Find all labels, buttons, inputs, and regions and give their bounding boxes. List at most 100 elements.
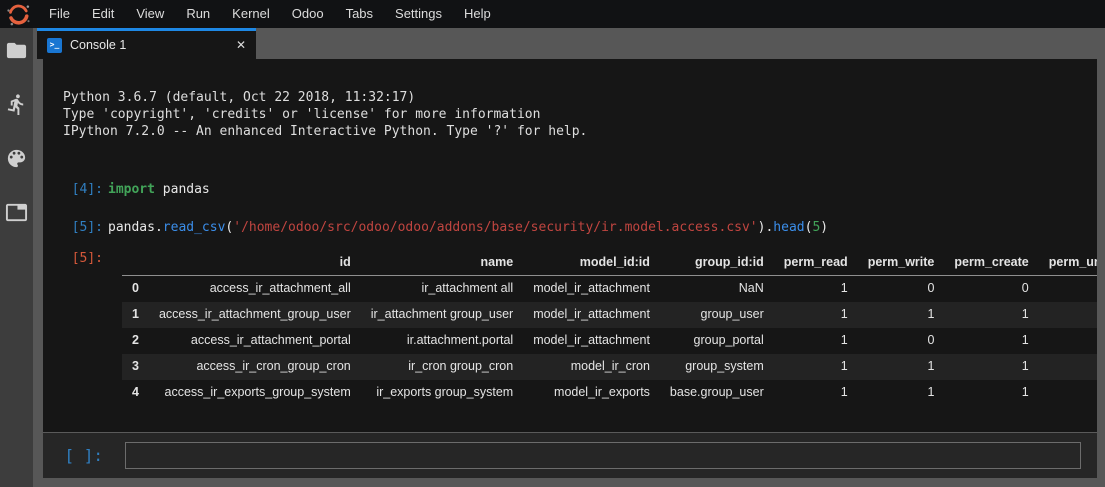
menu-run[interactable]: Run: [175, 0, 221, 28]
table-cell: 1: [1039, 354, 1097, 380]
table-cell: model_ir_attachment: [523, 302, 660, 328]
table-cell: 1: [1039, 302, 1097, 328]
table-cell: 1: [774, 328, 858, 354]
menu-kernel[interactable]: Kernel: [221, 0, 281, 28]
table-cell: access_ir_exports_group_system: [149, 380, 361, 406]
input-prompt: [5]:: [63, 219, 103, 236]
column-header: group_id:id: [660, 250, 774, 276]
table-cell: 1: [944, 302, 1038, 328]
menu-view[interactable]: View: [125, 0, 175, 28]
banner-line: IPython 7.2.0 -- An enhanced Interactive…: [63, 123, 1087, 140]
input-prompt: [ ]:: [63, 446, 103, 465]
table-cell: 0: [1039, 276, 1097, 302]
menu-help[interactable]: Help: [453, 0, 502, 28]
output-cell: [5]: idnamemodel_id:idgroup_id:idperm_re…: [63, 250, 1087, 406]
jupyterlab-window: FileEditViewRunKernelOdooTabsSettingsHel…: [0, 0, 1105, 487]
banner-line: Python 3.6.7 (default, Oct 22 2018, 11:3…: [63, 89, 1087, 106]
tab-bar: >_ Console 1 ✕: [33, 28, 1105, 59]
table-cell: model_ir_exports: [523, 380, 660, 406]
executed-cells: [4]:import pandas [5]: pandas.read_csv('/h…: [63, 181, 1087, 236]
column-header: perm_create: [944, 250, 1038, 276]
code-input[interactable]: [125, 442, 1081, 469]
table-cell: ir_attachment group_user: [361, 302, 523, 328]
table-cell: 1: [774, 380, 858, 406]
table-cell: 0: [858, 328, 945, 354]
console-icon: >_: [47, 38, 62, 53]
file-browser-icon[interactable]: [5, 39, 28, 62]
table-cell: 1: [944, 380, 1038, 406]
table-cell: 1: [858, 354, 945, 380]
code-line: pandas.read_csv('/home/odoo/src/odoo/odo…: [108, 219, 828, 236]
column-header: [122, 250, 149, 276]
dataframe-output: idnamemodel_id:idgroup_id:idperm_readper…: [122, 250, 1097, 406]
table-row: 0access_ir_attachment_allir_attachment a…: [122, 276, 1097, 302]
table-cell: access_ir_attachment_group_user: [149, 302, 361, 328]
row-index: 2: [122, 328, 149, 354]
console-input-area: [ ]:: [43, 432, 1097, 478]
menu-settings[interactable]: Settings: [384, 0, 453, 28]
table-cell: 1: [774, 276, 858, 302]
menu-bar-items: FileEditViewRunKernelOdooTabsSettingsHel…: [38, 0, 502, 28]
main-dock-area: >_ Console 1 ✕ Python 3.6.7 (default, Oc…: [33, 28, 1105, 487]
table-row: 1access_ir_attachment_group_userir_attac…: [122, 302, 1097, 328]
table-cell: ir.attachment.portal: [361, 328, 523, 354]
table-cell: ir_attachment all: [361, 276, 523, 302]
running-sessions-icon[interactable]: [5, 93, 28, 116]
table-cell: group_portal: [660, 328, 774, 354]
workspace: >_ Console 1 ✕ Python 3.6.7 (default, Oc…: [0, 28, 1105, 487]
column-header: perm_unlink: [1039, 250, 1097, 276]
row-index: 0: [122, 276, 149, 302]
table-cell: 1: [774, 302, 858, 328]
odoo-spinner-icon: [6, 2, 31, 27]
menu-bar: FileEditViewRunKernelOdooTabsSettingsHel…: [0, 0, 1105, 28]
table-cell: ir_cron group_cron: [361, 354, 523, 380]
table-row: 2access_ir_attachment_portalir.attachmen…: [122, 328, 1097, 354]
table-cell: 1: [858, 380, 945, 406]
tab-console-1[interactable]: >_ Console 1 ✕: [37, 28, 256, 59]
close-icon[interactable]: ✕: [236, 38, 246, 52]
table-cell: group_system: [660, 354, 774, 380]
code-cell: [5]: pandas.read_csv('/home/odoo/src/odoo…: [63, 219, 1087, 236]
table-cell: 1: [1039, 380, 1097, 406]
banner-line: Type 'copyright', 'credits' or 'license'…: [63, 106, 1087, 123]
console-scroll-area[interactable]: Python 3.6.7 (default, Oct 22 2018, 11:3…: [43, 59, 1097, 432]
row-index: 1: [122, 302, 149, 328]
table-cell: model_ir_attachment: [523, 328, 660, 354]
column-header: model_id:id: [523, 250, 660, 276]
menu-odoo[interactable]: Odoo: [281, 0, 335, 28]
table-row: 3access_ir_cron_group_cronir_cron group_…: [122, 354, 1097, 380]
column-header: id: [149, 250, 361, 276]
left-activity-bar: [0, 28, 33, 487]
column-header: name: [361, 250, 523, 276]
console-panel: Python 3.6.7 (default, Oct 22 2018, 11:3…: [43, 59, 1097, 478]
column-header: perm_read: [774, 250, 858, 276]
command-palette-icon[interactable]: [5, 147, 28, 170]
table-cell: base.group_user: [660, 380, 774, 406]
row-index: 4: [122, 380, 149, 406]
table-cell: 1: [858, 302, 945, 328]
open-tabs-icon[interactable]: [5, 201, 28, 224]
table-cell: 0: [1039, 328, 1097, 354]
menu-file[interactable]: File: [38, 0, 81, 28]
tab-title: Console 1: [70, 38, 126, 52]
table-cell: ir_exports group_system: [361, 380, 523, 406]
row-index: 3: [122, 354, 149, 380]
table-cell: model_ir_cron: [523, 354, 660, 380]
table-cell: 1: [944, 354, 1038, 380]
code-cell: [4]:import pandas: [63, 181, 1087, 198]
table-cell: access_ir_cron_group_cron: [149, 354, 361, 380]
table-cell: 0: [944, 276, 1038, 302]
odoo-spinner-logo: [0, 0, 38, 28]
table-cell: NaN: [660, 276, 774, 302]
table-cell: access_ir_attachment_portal: [149, 328, 361, 354]
table-cell: 1: [774, 354, 858, 380]
column-header: perm_write: [858, 250, 945, 276]
input-prompt: [4]:: [63, 181, 103, 198]
table-cell: group_user: [660, 302, 774, 328]
output-prompt: [5]:: [63, 250, 103, 406]
python-banner: Python 3.6.7 (default, Oct 22 2018, 11:3…: [63, 89, 1087, 140]
menu-edit[interactable]: Edit: [81, 0, 125, 28]
table-cell: access_ir_attachment_all: [149, 276, 361, 302]
menu-tabs[interactable]: Tabs: [335, 0, 384, 28]
table-cell: model_ir_attachment: [523, 276, 660, 302]
